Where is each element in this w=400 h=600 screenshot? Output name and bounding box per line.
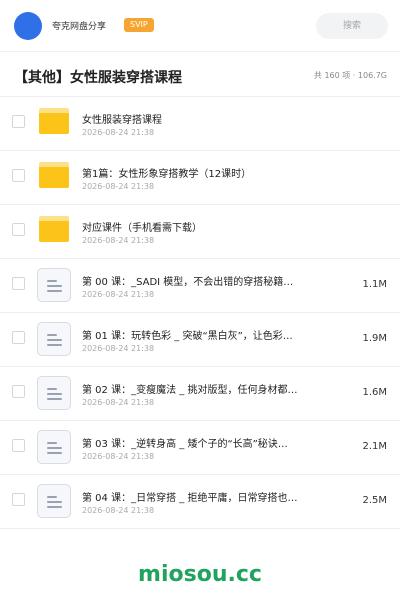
row-checkbox[interactable] xyxy=(12,169,25,182)
item-size: 1.6M xyxy=(362,387,387,398)
item-name: 第 04 课：_日常穿搭 _ 拒绝平庸，日常穿搭也… xyxy=(82,493,298,504)
document-icon xyxy=(37,268,71,302)
item-name: 第 01 课：玩转色彩 _ 突破“黑白灰”，让色彩… xyxy=(82,331,293,342)
item-name: 对应课件（手机看需下载） xyxy=(82,223,202,234)
folder-icon xyxy=(39,216,69,242)
list-item[interactable]: 女性服装穿搭课程 2026-08-24 21:38 xyxy=(0,97,400,151)
item-date: 2026-08-24 21:38 xyxy=(82,398,155,407)
item-name: 第 03 课：_逆转身高 _ 矮个子的“长高”秘诀… xyxy=(82,439,288,450)
file-list: 女性服装穿搭课程 2026-08-24 21:38 第1篇：女性形象穿搭教学（12课… xyxy=(0,97,400,529)
search-input[interactable] xyxy=(316,13,388,39)
list-item[interactable]: 第 01 课：玩转色彩 _ 突破“黑白灰”，让色彩… 2026-08-24 21:… xyxy=(0,313,400,367)
item-summary: 共 160 项 · 106.7G xyxy=(313,71,387,80)
folder-icon xyxy=(39,162,69,188)
document-icon xyxy=(37,376,71,410)
item-date: 2026-08-24 21:38 xyxy=(82,344,155,353)
item-size: 2.1M xyxy=(362,441,387,452)
row-checkbox[interactable] xyxy=(12,277,25,290)
item-name: 第1篇：女性形象穿搭教学（12课时） xyxy=(82,169,252,180)
item-name: 第 02 课：_变瘦魔法 _ 挑对版型，任何身材都… xyxy=(82,385,298,396)
document-icon xyxy=(37,484,71,518)
row-checkbox[interactable] xyxy=(12,331,25,344)
list-item[interactable]: 第 04 课：_日常穿搭 _ 拒绝平庸，日常穿搭也… 2026-08-24 21:… xyxy=(0,475,400,529)
row-checkbox[interactable] xyxy=(12,385,25,398)
item-date: 2026-08-24 21:38 xyxy=(82,506,155,515)
item-name: 第 00 课：_SADI 模型，不会出错的穿搭秘籍… xyxy=(82,277,294,288)
row-checkbox[interactable] xyxy=(12,223,25,236)
row-checkbox[interactable] xyxy=(12,439,25,452)
svip-badge: SVIP xyxy=(124,18,154,32)
row-checkbox[interactable] xyxy=(12,115,25,128)
list-item[interactable]: 第 03 课：_逆转身高 _ 矮个子的“长高”秘诀… 2026-08-24 21:… xyxy=(0,421,400,475)
top-bar: 夸克网盘分享 SVIP xyxy=(0,0,400,52)
item-name: 女性服装穿搭课程 xyxy=(82,115,162,126)
list-item[interactable]: 第 02 课：_变瘦魔法 _ 挑对版型，任何身材都… 2026-08-24 21:… xyxy=(0,367,400,421)
page-title: 【其他】女性服装穿搭课程 xyxy=(14,70,182,86)
folder-header: 【其他】女性服装穿搭课程 共 160 项 · 106.7G xyxy=(0,52,400,97)
list-item[interactable]: 第 00 课：_SADI 模型，不会出错的穿搭秘籍… 2026-08-24 21:… xyxy=(0,259,400,313)
avatar[interactable] xyxy=(14,12,42,40)
list-item[interactable]: 第1篇：女性形象穿搭教学（12课时） 2026-08-24 21:38 xyxy=(0,151,400,205)
document-icon xyxy=(37,430,71,464)
item-date: 2026-08-24 21:38 xyxy=(82,290,155,299)
item-date: 2026-08-24 21:38 xyxy=(82,236,155,245)
list-item[interactable]: 对应课件（手机看需下载） 2026-08-24 21:38 xyxy=(0,205,400,259)
item-size: 1.9M xyxy=(362,333,387,344)
row-checkbox[interactable] xyxy=(12,493,25,506)
item-size: 1.1M xyxy=(362,279,387,290)
item-date: 2026-08-24 21:38 xyxy=(82,452,155,461)
document-icon xyxy=(37,322,71,356)
watermark: miosou.cc xyxy=(138,562,262,587)
folder-icon xyxy=(39,108,69,134)
site-name: 夸克网盘分享 xyxy=(52,22,107,32)
item-date: 2026-08-24 21:38 xyxy=(82,182,155,191)
item-date: 2026-08-24 21:38 xyxy=(82,128,155,137)
item-size: 2.5M xyxy=(362,495,387,506)
